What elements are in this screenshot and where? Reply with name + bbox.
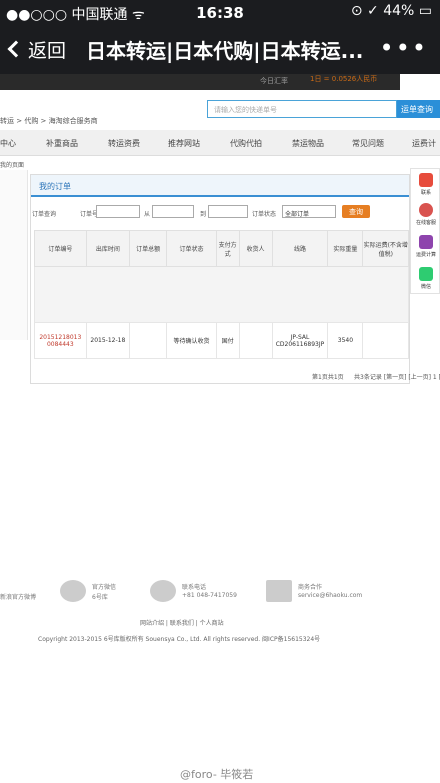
chevron-left-icon <box>7 40 25 58</box>
business-email[interactable]: service@6haoku.com <box>298 592 362 599</box>
weibo-link[interactable]: 新浪官方微博 <box>0 592 36 601</box>
main-menu: 中心 补重商品 转运资费 推荐网站 代购代拍 禁运物品 常见问题 运费计 <box>0 130 440 156</box>
col-line: 线路 <box>271 230 329 267</box>
float-contact[interactable]: 联系 <box>411 173 440 196</box>
order-status: 等待确认收货 <box>166 322 217 359</box>
menu-item-sites[interactable]: 推荐网站 <box>168 138 200 149</box>
col-total: 订单总额 <box>129 230 168 267</box>
rate-value: 1日 = 0.0526人民币 <box>310 75 378 83</box>
order-line: JP-SAL CD206116893JP <box>271 322 329 359</box>
weibo-watermark: @foro- 毕筱若 <box>180 768 254 781</box>
footer-links[interactable]: 网站介绍 | 联系我们 | 个人商站 <box>140 618 224 627</box>
menu-item-fees[interactable]: 转运资费 <box>108 138 140 149</box>
tracking-search-button[interactable]: 运单查询 <box>397 100 440 118</box>
contact-icon <box>419 173 433 187</box>
floating-toolbar: 联系 在线客服 运费计算 微信 <box>410 168 440 294</box>
col-status: 订单状态 <box>166 230 217 267</box>
col-weight: 实际重量 <box>327 230 364 267</box>
menu-item-center[interactable]: 中心 <box>0 138 16 149</box>
float-wechat[interactable]: 微信 <box>411 267 440 290</box>
support-icon <box>419 203 433 217</box>
float-calc[interactable]: 运费计算 <box>411 235 440 258</box>
order-weight: 3540 <box>327 322 364 359</box>
date-to-input[interactable] <box>208 205 248 218</box>
panel-title: 我的订单 <box>39 182 71 191</box>
order-filter: 订单查询 订单号 从 到 订单状态 全部订单 查询 <box>30 204 410 222</box>
page-title: 日本转运|日本代购|日本转运... <box>86 39 364 63</box>
battery-indicator: ⊙ ✓ 44% ▭ <box>350 3 432 19</box>
more-menu-button[interactable]: ••• <box>380 34 428 62</box>
page-links[interactable]: 共3条记录 [第一页] [上一页] 1 [下 <box>354 372 440 381</box>
wechat-icon <box>60 580 86 602</box>
rate-label: 今日汇率 <box>260 77 288 85</box>
mail-icon <box>266 580 292 602</box>
back-label: 返回 <box>28 40 67 62</box>
site-header: 今日汇率 1日 = 0.0526人民币 <box>0 74 400 90</box>
page-count: 第1页共1页 <box>312 374 344 381</box>
phone-number: +81 048-7417059 <box>182 592 237 599</box>
business-label: 商务合作 <box>298 584 323 591</box>
filter-search-button[interactable]: 查询 <box>342 205 370 218</box>
filter-label: 订单查询 <box>32 211 57 218</box>
order-payment: 国付 <box>215 322 240 359</box>
phone-icon <box>150 580 176 602</box>
state-label: 订单状态 <box>252 211 277 218</box>
menu-item-calc[interactable]: 运费计 <box>412 138 436 149</box>
table-row[interactable]: 20151218013 0084443 2015-12-18 等待确认收货 国付… <box>34 322 409 359</box>
breadcrumb: 转运 > 代购 > 海淘综合服务商 <box>0 117 98 125</box>
back-button[interactable]: 返回 <box>7 36 67 63</box>
to-label: 到 <box>200 211 207 218</box>
date-from-input[interactable] <box>152 205 194 218</box>
order-date: 2015-12-18 <box>85 322 131 359</box>
from-label: 从 <box>144 211 151 218</box>
wechat-account: 6号库 <box>92 594 108 601</box>
col-fee: 实际运费(不含增值税) <box>362 230 409 267</box>
col-date: 出库时间 <box>85 230 131 267</box>
wechat-label: 官方微信 <box>92 584 117 591</box>
table-header-row: 订单编号 出库时间 订单总额 订单状态 支付方式 收货人 线路 实际重量 实际运… <box>34 230 409 267</box>
menu-item-proxy[interactable]: 代购代拍 <box>230 138 262 149</box>
copyright: Copyright 2013-2015 6号库版权所有 Souensya Co.… <box>38 636 321 643</box>
panel-header: 我的订单 <box>31 175 409 197</box>
order-no-input[interactable] <box>96 205 140 218</box>
col-recipient: 收货人 <box>238 230 273 267</box>
nav-bar: 返回 日本转运|日本代购|日本转运... ••• <box>0 24 440 74</box>
float-service[interactable]: 在线客服 <box>411 203 440 226</box>
account-sidebar <box>0 170 28 340</box>
menu-item-banned[interactable]: 禁运物品 <box>292 138 324 149</box>
status-bar: ●●○○○ 中国联通 ᯤ 16:38 ⊙ ✓ 44% ▭ <box>0 0 440 24</box>
wechat-icon <box>419 267 433 281</box>
table-row <box>34 266 409 323</box>
my-page-tab[interactable]: 我的页面 <box>0 160 24 169</box>
tracking-search-input[interactable]: 请输入您的快递单号 <box>207 100 397 118</box>
order-state-select[interactable]: 全部订单 <box>282 205 336 218</box>
calculator-icon <box>419 235 433 249</box>
footer: 新浪官方微博 官方微信 6号库 联系电话 +81 048-7417059 商务合… <box>0 572 400 652</box>
col-payment: 支付方式 <box>215 230 240 267</box>
order-id-link[interactable]: 20151218013 0084443 <box>34 322 87 359</box>
menu-item-reweigh[interactable]: 补重商品 <box>46 138 78 149</box>
phone-label: 联系电话 <box>182 584 207 591</box>
menu-item-faq[interactable]: 常见问题 <box>352 138 384 149</box>
col-order-id: 订单编号 <box>34 230 87 267</box>
orders-table: 订单编号 出库时间 订单总额 订单状态 支付方式 收货人 线路 实际重量 实际运… <box>34 230 409 359</box>
